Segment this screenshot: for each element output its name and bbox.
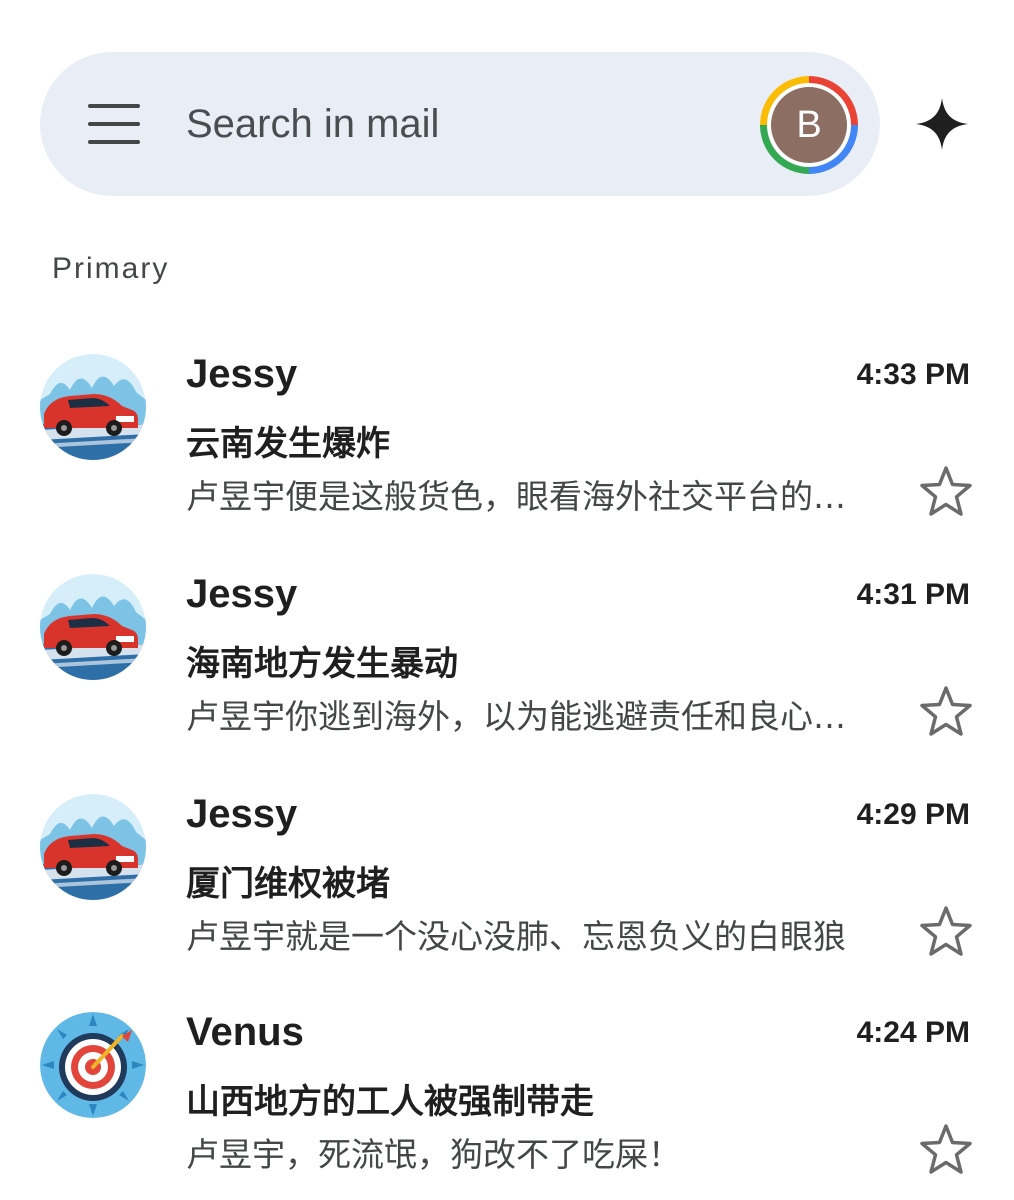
mail-sender: Jessy	[186, 792, 298, 836]
account-avatar-button[interactable]: B	[760, 76, 858, 174]
mail-time: 4:31 PM	[856, 578, 970, 611]
star-icon[interactable]	[918, 464, 974, 520]
star-icon[interactable]	[918, 904, 974, 960]
mail-time: 4:29 PM	[856, 798, 970, 831]
mail-list-item[interactable]: Jessy 4:33 PM 云南发生爆炸 卢昱宇便是这般货色，眼看海外社交平台的…	[0, 352, 1014, 554]
search-input[interactable]	[186, 96, 726, 152]
star-icon[interactable]	[918, 684, 974, 740]
mail-time: 4:33 PM	[856, 358, 970, 391]
mail-subject: 海南地方发生暴动	[186, 644, 458, 684]
mail-subject: 云南发生爆炸	[186, 424, 390, 464]
red-car-avatar-icon	[40, 794, 146, 900]
mail-sender: Jessy	[186, 352, 298, 396]
target-dart-avatar-icon	[40, 1012, 146, 1118]
red-car-avatar-icon	[40, 354, 146, 460]
mail-time: 4:24 PM	[856, 1016, 970, 1049]
mail-list-item[interactable]: Venus 4:24 PM 山西地方的工人被强制带走 卢昱宇，死流氓，狗改不了吃…	[0, 1010, 1014, 1200]
mail-snippet: 卢昱宇，死流氓，狗改不了吃屎！	[186, 1135, 681, 1174]
mail-subject: 山西地方的工人被强制带走	[186, 1082, 594, 1122]
red-car-avatar-icon	[40, 574, 146, 680]
mail-subject: 厦门维权被堵	[186, 864, 390, 904]
mail-sender: Venus	[186, 1010, 304, 1054]
mail-sender: Jessy	[186, 572, 298, 616]
mail-list-item[interactable]: Jessy 4:31 PM 海南地方发生暴动 卢昱宇你逃到海外，以为能逃避责任和…	[0, 572, 1014, 774]
gmail-inbox: B Primary Jessy 4:33 PM 云南发生爆炸 卢昱宇便是这般货色…	[0, 0, 1014, 1200]
sparkle-icon[interactable]	[914, 96, 970, 152]
mail-snippet: 卢昱宇就是一个没心没肺、忘恩负义的白眼狼	[186, 917, 846, 956]
section-label-primary: Primary	[52, 252, 170, 285]
star-icon[interactable]	[918, 1122, 974, 1178]
mail-list-item[interactable]: Jessy 4:29 PM 厦门维权被堵 卢昱宇就是一个没心没肺、忘恩负义的白眼…	[0, 792, 1014, 994]
menu-icon[interactable]	[88, 104, 140, 144]
mail-snippet: 卢昱宇便是这般货色，眼看海外社交平台的风向变了，就立刻换了一副面孔	[186, 477, 876, 516]
mail-snippet: 卢昱宇你逃到海外，以为能逃避责任和良心的谴责	[186, 697, 876, 736]
account-avatar-initial: B	[771, 87, 847, 163]
